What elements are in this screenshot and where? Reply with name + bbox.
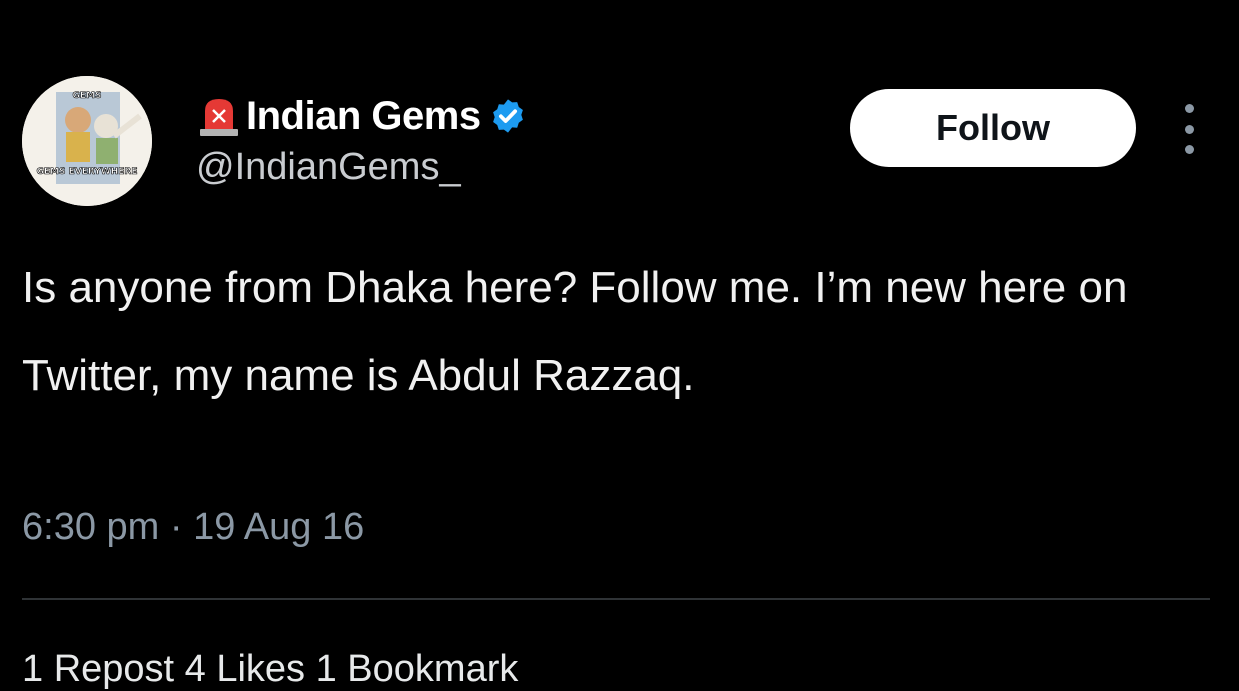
more-dot <box>1184 145 1194 154</box>
avatar[interactable]: GEMS GEMS EVERYWHERE <box>22 76 152 206</box>
avatar-bottom-text: GEMS EVERYWHERE <box>36 167 137 177</box>
more-vertical-icon[interactable] <box>1176 104 1202 154</box>
avatar-top-text: GEMS <box>73 91 102 101</box>
siren-icon <box>200 99 238 136</box>
follow-button[interactable]: Follow <box>850 89 1136 167</box>
avatar-meme-image: GEMS GEMS EVERYWHERE <box>22 76 152 206</box>
author-handle[interactable]: @IndianGems_ <box>196 146 461 189</box>
engagement-stats[interactable]: 1 Repost 4 Likes 1 Bookmark <box>22 648 518 691</box>
verified-badge-icon <box>492 99 523 133</box>
tweet-text: Is anyone from Dhaka here? Follow me. I’… <box>22 263 1128 400</box>
more-dot <box>1184 104 1194 113</box>
divider <box>22 598 1210 600</box>
more-dot <box>1184 124 1194 134</box>
author-name-row[interactable]: Indian Gems <box>196 88 527 144</box>
author-display-name: Indian Gems <box>246 93 481 138</box>
tweet-timestamp[interactable]: 6:30 pm · 19 Aug 16 <box>22 506 364 549</box>
